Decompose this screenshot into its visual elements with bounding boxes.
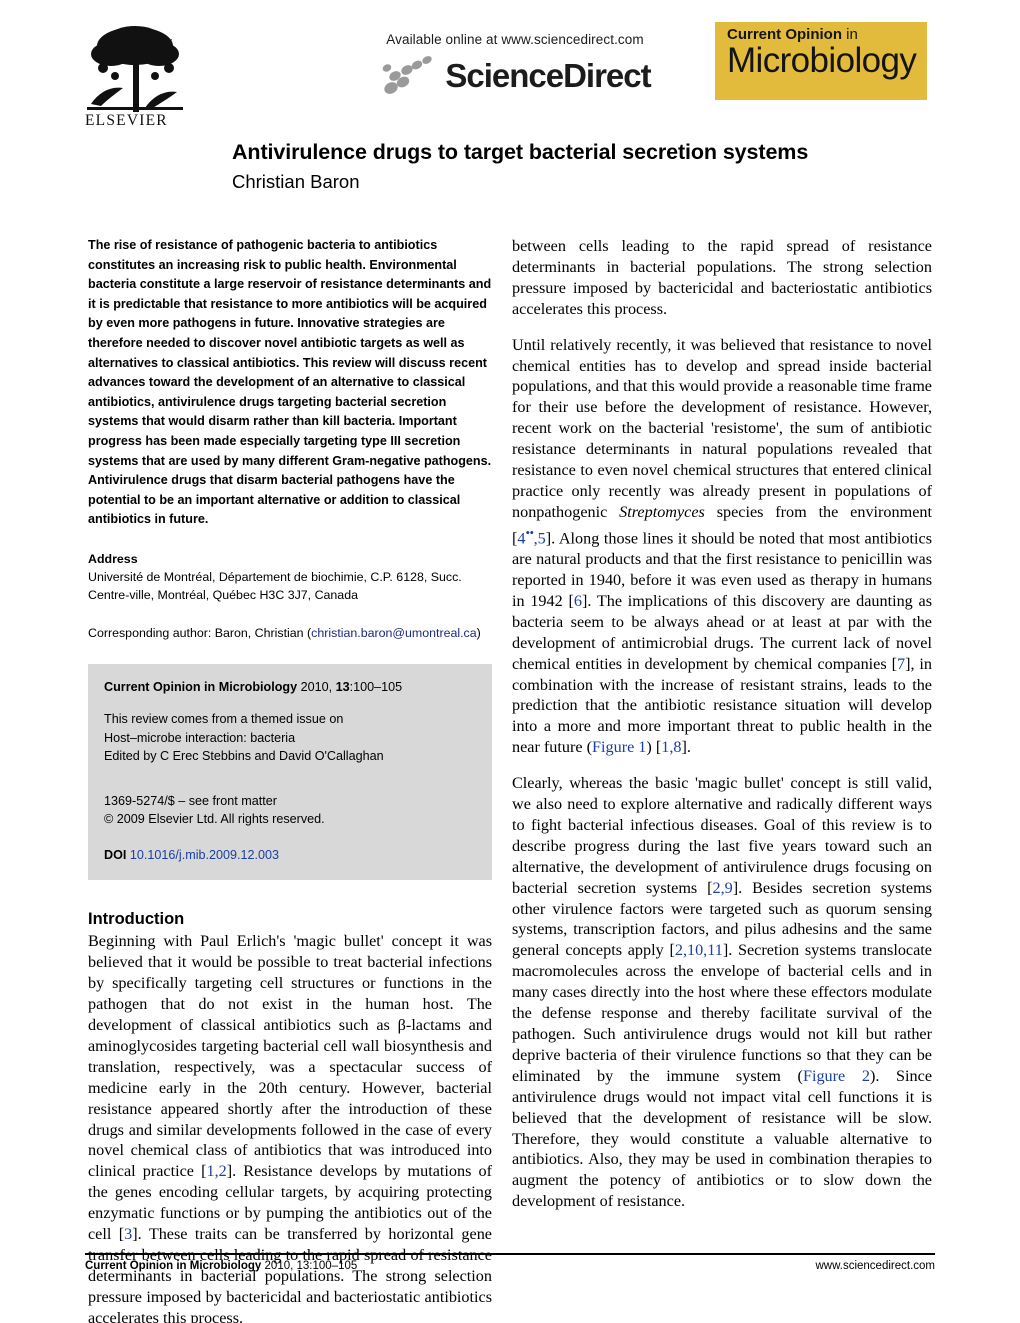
article-author: Christian Baron [232,170,360,192]
article-page: ELSEVIER Available online at www.science… [0,0,1020,1323]
species-name-streptomyces: Streptomyces [619,502,705,521]
title-block: Antivirulence drugs to target bacterial … [232,140,932,193]
para2-text-a: Until relatively recently, it was believ… [512,335,932,521]
article-title: Antivirulence drugs to target bacterial … [232,140,809,164]
page-footer: Current Opinion in Microbiology 2010, 13… [85,1253,935,1272]
introduction-heading: Introduction [88,910,185,929]
reference-1-8[interactable]: 1,8 [661,738,681,756]
reference-2-9[interactable]: 2,9 [713,879,733,897]
footer-journal-name: Current Opinion in Microbiology [85,1260,262,1272]
corresponding-email-link[interactable]: christian.baron@umontreal.ca [311,626,476,640]
elsevier-tree-icon [87,26,183,112]
citation-box: Current Opinion in Microbiology 2010, 13… [88,664,492,881]
available-online-text: Available online at www.sciencedirect.co… [386,32,644,47]
footer-citation: Current Opinion in Microbiology 2010, 13… [85,1260,357,1272]
themed-issue-editors: Edited by C Erec Stebbins and David O'Ca… [104,749,384,764]
paragraph-continued: between cells leading to the rapid sprea… [512,237,932,318]
footer-journal-rest: 2010, 13:100–105 [261,1260,358,1272]
right-column: between cells leading to the rapid sprea… [512,236,932,1212]
themed-issue-block: This review comes from a themed issue on… [104,710,476,766]
reference-4-importance-dots: •• [525,524,534,540]
citation-volume: 13 [335,680,350,695]
corresponding-prefix: Corresponding author: Baron, Christian ( [88,625,312,640]
reference-7[interactable]: 7 [897,655,905,673]
sciencedirect-logo: ScienceDirect [335,54,695,96]
address-line-1: Université de Montréal, Département de b… [88,569,462,584]
sciencedirect-block: Available online at www.sciencedirect.co… [335,32,695,96]
elsevier-wordmark: ELSEVIER [85,112,168,129]
doi-label: DOI [104,847,127,862]
citation-pages: :100–105 [349,680,403,695]
address-heading: Address [88,551,138,566]
journal-badge-line2: Microbiology [727,40,917,80]
footer-row: Current Opinion in Microbiology 2010, 13… [85,1260,935,1272]
address-line-2: Centre-ville, Montréal, Québec H3C 3J7, … [88,588,358,603]
copyright-line: © 2009 Elsevier Ltd. All rights reserved… [104,812,325,827]
issn-line: 1369-5274/$ – see front matter [104,793,277,808]
left-column: The rise of resistance of pathogenic bac… [88,236,492,1323]
doi-link[interactable]: 10.1016/j.mib.2009.12.003 [130,848,279,862]
footer-divider [85,1253,935,1255]
reference-2-10-11[interactable]: 2,10,11 [675,941,723,959]
issn-block: 1369-5274/$ – see front matter © 2009 El… [104,792,476,829]
sciencedirect-wordmark: ScienceDirect [445,56,651,94]
citation-year: 2010, [297,680,336,695]
intro-text-a: Beginning with Paul Erlich's 'magic bull… [88,932,492,1181]
para3-text-d: ). Since antivirulence drugs would not i… [512,1066,933,1211]
masthead: ELSEVIER Available online at www.science… [85,22,935,138]
intro-text-c: ]. These traits can be transferred by ho… [88,1225,492,1323]
para2-text-f: ) [ [646,738,662,757]
para3-text-c: ]. Secretion systems translocate macromo… [512,941,932,1085]
journal-badge: Current Opinion in Microbiology [715,22,927,100]
elsevier-logo: ELSEVIER [85,24,193,136]
sciencedirect-swoosh-icon [383,56,433,94]
reference-6[interactable]: 6 [574,592,582,610]
paragraph-magic-bullet: Clearly, whereas the basic 'magic bullet… [512,773,932,1212]
figure-1-link[interactable]: Figure 1 [592,738,646,756]
reference-5[interactable]: ,5 [534,529,546,547]
abstract-text: The rise of resistance of pathogenic bac… [88,238,492,527]
themed-issue-line-2: Host–microbe interaction: bacteria [104,730,296,745]
citation-journal-line: Current Opinion in Microbiology 2010, 13… [104,678,476,696]
corresponding-author: Corresponding author: Baron, Christian (… [88,624,492,643]
themed-issue-line-1: This review comes from a themed issue on [104,712,344,727]
reference-1-2[interactable]: 1,2 [206,1162,226,1180]
citation-journal-name: Current Opinion in Microbiology [104,680,298,695]
paragraph-resistome: Until relatively recently, it was believ… [512,335,932,759]
para2-text-g: ]. [681,738,691,757]
figure-2-link[interactable]: Figure 2 [803,1067,870,1085]
corresponding-suffix: ) [476,625,481,640]
doi-line: DOI 10.1016/j.mib.2009.12.003 [104,846,476,865]
footer-website: www.sciencedirect.com [815,1260,935,1272]
